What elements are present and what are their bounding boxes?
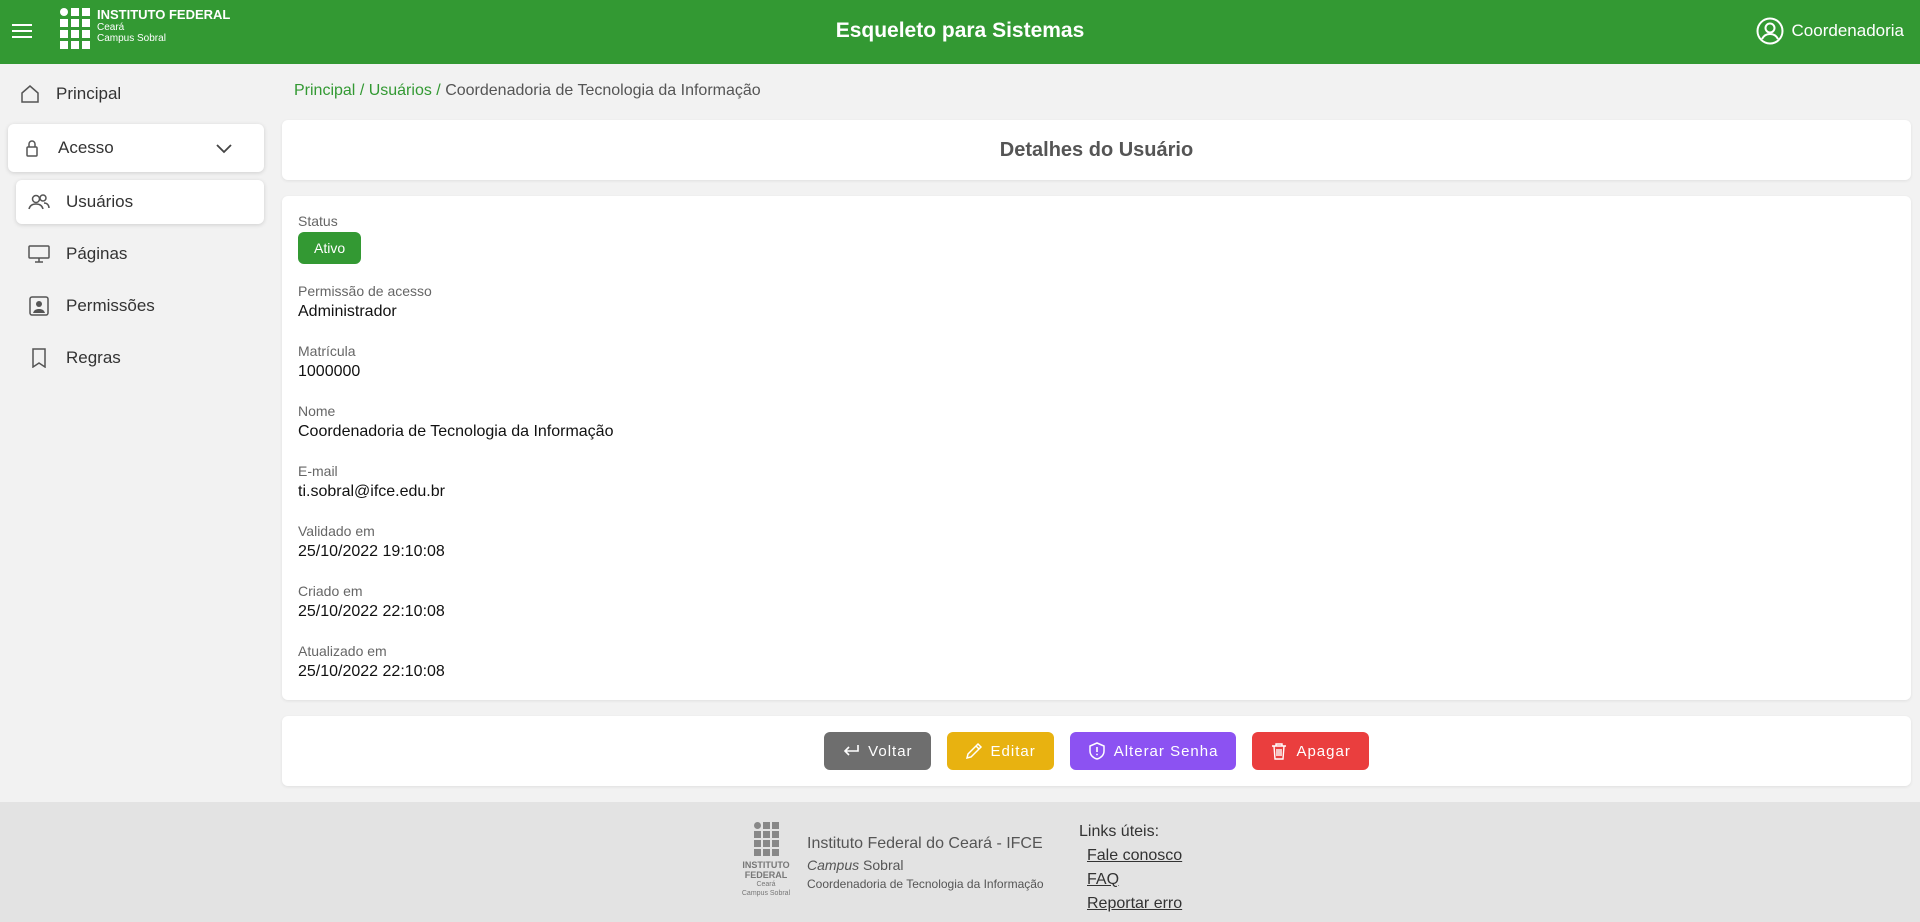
ifce-logo-mark (60, 8, 90, 49)
validated-label: Validado em (298, 523, 375, 539)
footer-logo: INSTITUTO FEDERAL Ceará Campus Sobral (738, 822, 794, 898)
email-label: E-mail (298, 463, 338, 479)
updated-label: Atualizado em (298, 643, 387, 659)
delete-button-label: Apagar (1296, 742, 1351, 760)
footer-logo-state: Ceará (756, 881, 776, 888)
breadcrumb-link-usuarios[interactable]: Usuários (369, 82, 432, 99)
footer-link-report-error[interactable]: Reportar erro (1079, 892, 1182, 916)
footer-campus-italic: Campus (807, 857, 860, 873)
page-title-card: Detalhes do Usuário (282, 120, 1911, 180)
edit-button-label: Editar (990, 742, 1036, 760)
permission-label: Permissão de acesso (298, 283, 432, 299)
change-password-label: Alterar Senha (1113, 742, 1219, 760)
home-icon (21, 85, 39, 103)
trash-icon (1272, 743, 1287, 760)
shield-icon (1088, 742, 1105, 760)
sidebar-item-label: Páginas (66, 244, 128, 263)
name-value: Coordenadoria de Tecnologia da Informaçã… (298, 423, 614, 440)
bookmark-icon (32, 348, 46, 368)
created-value: 25/10/2022 22:10:08 (298, 603, 445, 620)
sidebar-item-label: Usuários (66, 192, 134, 211)
ifce-logo[interactable]: INSTITUTO FEDERAL Ceará Campus Sobral (60, 8, 230, 49)
sidebar-item-label: Regras (66, 348, 121, 367)
sidebar-item-regras[interactable]: Regras (16, 336, 264, 380)
menu-icon[interactable] (12, 20, 32, 44)
top-bar: INSTITUTO FEDERAL Ceará Campus Sobral Es… (0, 0, 1920, 64)
status-badge: Ativo (298, 232, 362, 264)
badge-icon (29, 296, 49, 316)
footer-links-title: Links úteis: (1079, 823, 1160, 840)
sidebar-item-label: Principal (56, 84, 122, 103)
footer-link-contact[interactable]: Fale conosco (1079, 844, 1182, 868)
breadcrumb-current: Coordenadoria de Tecnologia da Informaçã… (445, 82, 761, 99)
return-icon (844, 745, 859, 756)
user-label: Coordenadoria (1791, 21, 1904, 40)
pencil-icon (965, 742, 982, 760)
breadcrumb: Principal / Usuários / Coordenadoria de … (294, 82, 761, 99)
change-password-button[interactable]: Alterar Senha (1069, 732, 1237, 770)
users-icon (28, 194, 50, 210)
matricula-label: Matrícula (298, 343, 356, 359)
validated-value: 25/10/2022 19:10:08 (298, 543, 445, 560)
sidebar-item-label: Acesso (58, 138, 114, 157)
edit-button[interactable]: Editar (946, 732, 1054, 770)
sidebar-item-principal[interactable]: Principal (0, 72, 272, 116)
back-button[interactable]: Voltar (824, 732, 931, 770)
footer-logo-campus: Campus Sobral (741, 890, 791, 897)
matricula-value: 1000000 (298, 363, 361, 380)
user-details-card: Status Ativo Permissão de acesso Adminis… (282, 196, 1911, 700)
footer-link-faq[interactable]: FAQ (1079, 868, 1182, 892)
logo-campus: Campus Sobral (97, 33, 166, 44)
sidebar-item-permissoes[interactable]: Permissões (16, 284, 264, 328)
delete-button[interactable]: Apagar (1252, 732, 1369, 770)
footer-dept: Coordenadoria de Tecnologia da Informaçã… (807, 877, 1044, 891)
chevron-down-icon (216, 144, 232, 154)
updated-value: 25/10/2022 22:10:08 (298, 663, 445, 680)
actions-card: Voltar Editar Alterar Senha Apagar (282, 716, 1911, 786)
footer-institution-name: Instituto Federal do Ceará - IFCE (807, 835, 1043, 852)
footer-links: Links úteis: Fale conosco FAQ Reportar e… (1079, 820, 1182, 916)
breadcrumb-link-principal[interactable]: Principal (294, 82, 355, 99)
sidebar-item-usuarios[interactable]: Usuários (16, 180, 264, 224)
sidebar-item-acesso[interactable]: Acesso (8, 124, 264, 172)
permission-value: Administrador (298, 303, 397, 320)
status-label: Status (298, 213, 338, 229)
monitor-icon (28, 245, 50, 263)
footer: INSTITUTO FEDERAL Ceará Campus Sobral In… (0, 802, 1920, 922)
sidebar-item-paginas[interactable]: Páginas (16, 232, 264, 276)
email-value: ti.sobral@ifce.edu.br (298, 483, 445, 500)
page-title: Detalhes do Usuário (999, 138, 1194, 161)
footer-campus-name: Sobral (863, 857, 904, 873)
created-label: Criado em (298, 583, 363, 599)
lock-icon (26, 140, 38, 157)
logo-title: INSTITUTO FEDERAL (97, 7, 231, 22)
sidebar-item-label: Permissões (66, 296, 155, 315)
logo-state: Ceará (97, 22, 125, 33)
name-label: Nome (298, 403, 336, 419)
app-title: Esqueleto para Sistemas (835, 19, 1085, 42)
footer-institution: Instituto Federal do Ceará - IFCE Campus… (807, 834, 1044, 892)
user-circle-icon (1756, 17, 1784, 45)
user-menu[interactable]: Coordenadoria (1756, 17, 1904, 45)
footer-logo-title: INSTITUTO FEDERAL (742, 860, 790, 880)
back-button-label: Voltar (868, 742, 913, 760)
